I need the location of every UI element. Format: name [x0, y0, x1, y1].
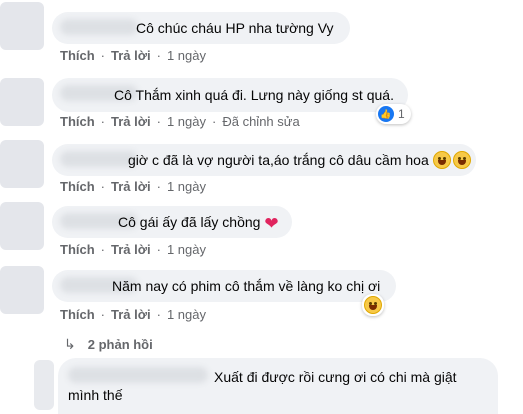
reaction-count: 1: [398, 107, 405, 121]
reply-link[interactable]: Trả lời: [111, 307, 151, 322]
separator: ·: [156, 307, 161, 322]
comment-text: Cô Thắm xinh quá đi. Lưng này giống st q…: [114, 87, 394, 103]
separator: ·: [100, 179, 106, 194]
blurred-author-name: [60, 151, 138, 167]
like-link[interactable]: Thích: [60, 179, 95, 194]
timestamp[interactable]: 1 ngày: [167, 48, 206, 63]
comment-bubble: Năm nay có phim cô thắm về làng ko chị ơ…: [52, 270, 396, 302]
avatar[interactable]: [34, 360, 54, 410]
reply-link[interactable]: Trả lời: [111, 242, 151, 257]
comment-actions: Thích · Trả lời · 1 ngày · Đã chỉnh sửa: [60, 114, 300, 129]
comment-actions: Thích · Trả lời · 1 ngày: [60, 307, 206, 322]
comment-text: Cô chúc cháu HP nha tường Vy: [136, 20, 334, 36]
avatar[interactable]: [0, 202, 44, 250]
like-link[interactable]: Thích: [60, 307, 95, 322]
laugh-tears-emoji: [452, 151, 471, 169]
separator: ·: [156, 48, 161, 63]
like-icon: 👍: [378, 106, 394, 122]
avatar[interactable]: [0, 78, 44, 126]
separator: ·: [100, 114, 106, 129]
separator: ·: [156, 179, 161, 194]
comment-text: Năm nay có phim cô thắm về làng ko chị ơ…: [112, 278, 381, 294]
grin-emoji: [432, 151, 451, 169]
timestamp[interactable]: 1 ngày: [167, 179, 206, 194]
comment-actions: Thích · Trả lời · 1 ngày: [60, 179, 206, 194]
reaction-badge[interactable]: 👍 1: [376, 104, 411, 124]
reply-text-line1: Xuất đi được rồi cưng ơi có chi mà giật: [214, 369, 457, 385]
reply-link[interactable]: Trả lời: [111, 179, 151, 194]
separator: ·: [156, 242, 161, 257]
comment-bubble: giờ c đã là vợ người ta,áo trắng cô dâu …: [52, 144, 476, 176]
reply-link[interactable]: Trả lời: [111, 114, 151, 129]
timestamp[interactable]: 1 ngày: [167, 114, 206, 129]
timestamp[interactable]: 1 ngày: [167, 242, 206, 257]
red-heart-emoji: ❤: [264, 214, 279, 233]
comment-bubble: Cô Thắm xinh quá đi. Lưng này giống st q…: [52, 78, 408, 112]
reaction-badge[interactable]: [362, 294, 384, 316]
comment-actions: Thích · Trả lời · 1 ngày: [60, 48, 206, 63]
reply-comment-bubble: Xuất đi được rồi cưng ơi có chi mà giật …: [58, 358, 498, 414]
blurred-author-name: [68, 367, 208, 383]
avatar[interactable]: [0, 140, 44, 188]
reply-arrow-icon: ↳: [64, 336, 76, 352]
comment-text-content: Cô gái ấy đã lấy chồng: [118, 214, 261, 230]
replies-count[interactable]: 2 phản hồi: [88, 337, 153, 352]
timestamp[interactable]: 1 ngày: [167, 307, 206, 322]
laugh-emoji: [364, 296, 382, 314]
separator: ·: [156, 114, 161, 129]
reply-link[interactable]: Trả lời: [111, 48, 151, 63]
separator: ·: [100, 242, 106, 257]
like-link[interactable]: Thích: [60, 242, 95, 257]
comment-text: giờ c đã là vợ người ta,áo trắng cô dâu …: [128, 151, 471, 169]
edited-label[interactable]: Đã chỉnh sửa: [222, 114, 299, 129]
comment-actions: Thích · Trả lời · 1 ngày: [60, 242, 206, 257]
separator: ·: [100, 307, 106, 322]
separator: ·: [100, 48, 106, 63]
blurred-author-name: [60, 19, 138, 35]
reply-text-line2: mình thế: [68, 387, 123, 403]
comment-bubble: Cô gái ấy đã lấy chồng ❤: [52, 206, 292, 238]
avatar[interactable]: [0, 2, 44, 50]
comment-text-content: giờ c đã là vợ người ta,áo trắng cô dâu …: [128, 152, 429, 168]
like-link[interactable]: Thích: [60, 48, 95, 63]
like-link[interactable]: Thích: [60, 114, 95, 129]
separator: ·: [212, 114, 217, 129]
comment-text: Cô gái ấy đã lấy chồng ❤: [118, 213, 279, 233]
avatar[interactable]: [0, 266, 44, 314]
comment-bubble: Cô chúc cháu HP nha tường Vy: [52, 12, 350, 44]
view-replies-link[interactable]: ↳ 2 phản hồi: [64, 336, 153, 353]
